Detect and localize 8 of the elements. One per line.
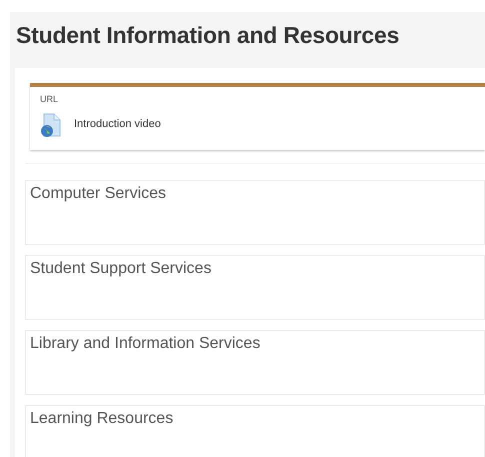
activity-type-label: URL: [40, 93, 60, 106]
page-title: Student Information and Resources: [16, 21, 400, 50]
section-title: Student Support Services: [30, 260, 212, 277]
section-title: Learning Resources: [30, 410, 174, 427]
section-title: Library and Information Services: [30, 335, 260, 352]
activity-link[interactable]: Introduction video: [74, 116, 161, 133]
web-page-icon: [40, 112, 62, 136]
section-title: Computer Services: [30, 185, 166, 202]
